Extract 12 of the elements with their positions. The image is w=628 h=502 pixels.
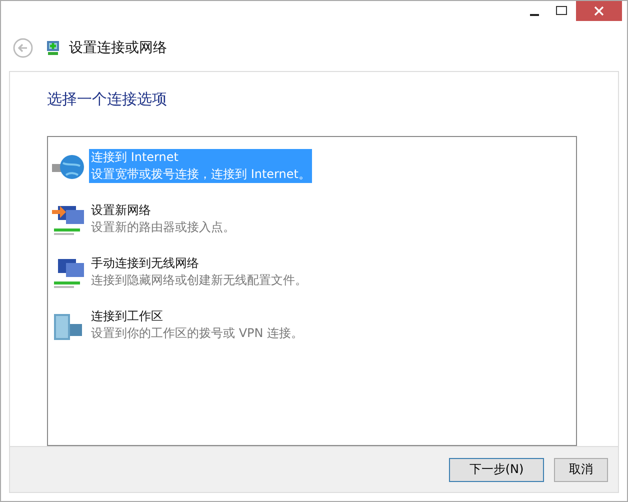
minimize-icon — [530, 14, 538, 16]
close-button[interactable] — [576, 1, 622, 21]
close-icon — [594, 6, 604, 16]
option-item[interactable]: 设置新网络 设置新的路由器或接入点。 — [89, 202, 237, 236]
cancel-button[interactable]: 取消 — [554, 458, 608, 482]
maximize-icon — [556, 6, 568, 16]
next-button[interactable]: 下一步(N) — [449, 458, 544, 482]
option-item[interactable]: 手动连接到无线网络 连接到隐藏网络或创建新无线配置文件。 — [89, 255, 309, 290]
option-item[interactable]: 连接到工作区 设置到你的工作区的拨号或 VPN 连接。 — [89, 308, 306, 342]
window-title: 设置连接或网络 — [69, 38, 167, 57]
network-icon — [45, 40, 61, 56]
page-heading: 选择一个连接选项 — [47, 90, 168, 110]
